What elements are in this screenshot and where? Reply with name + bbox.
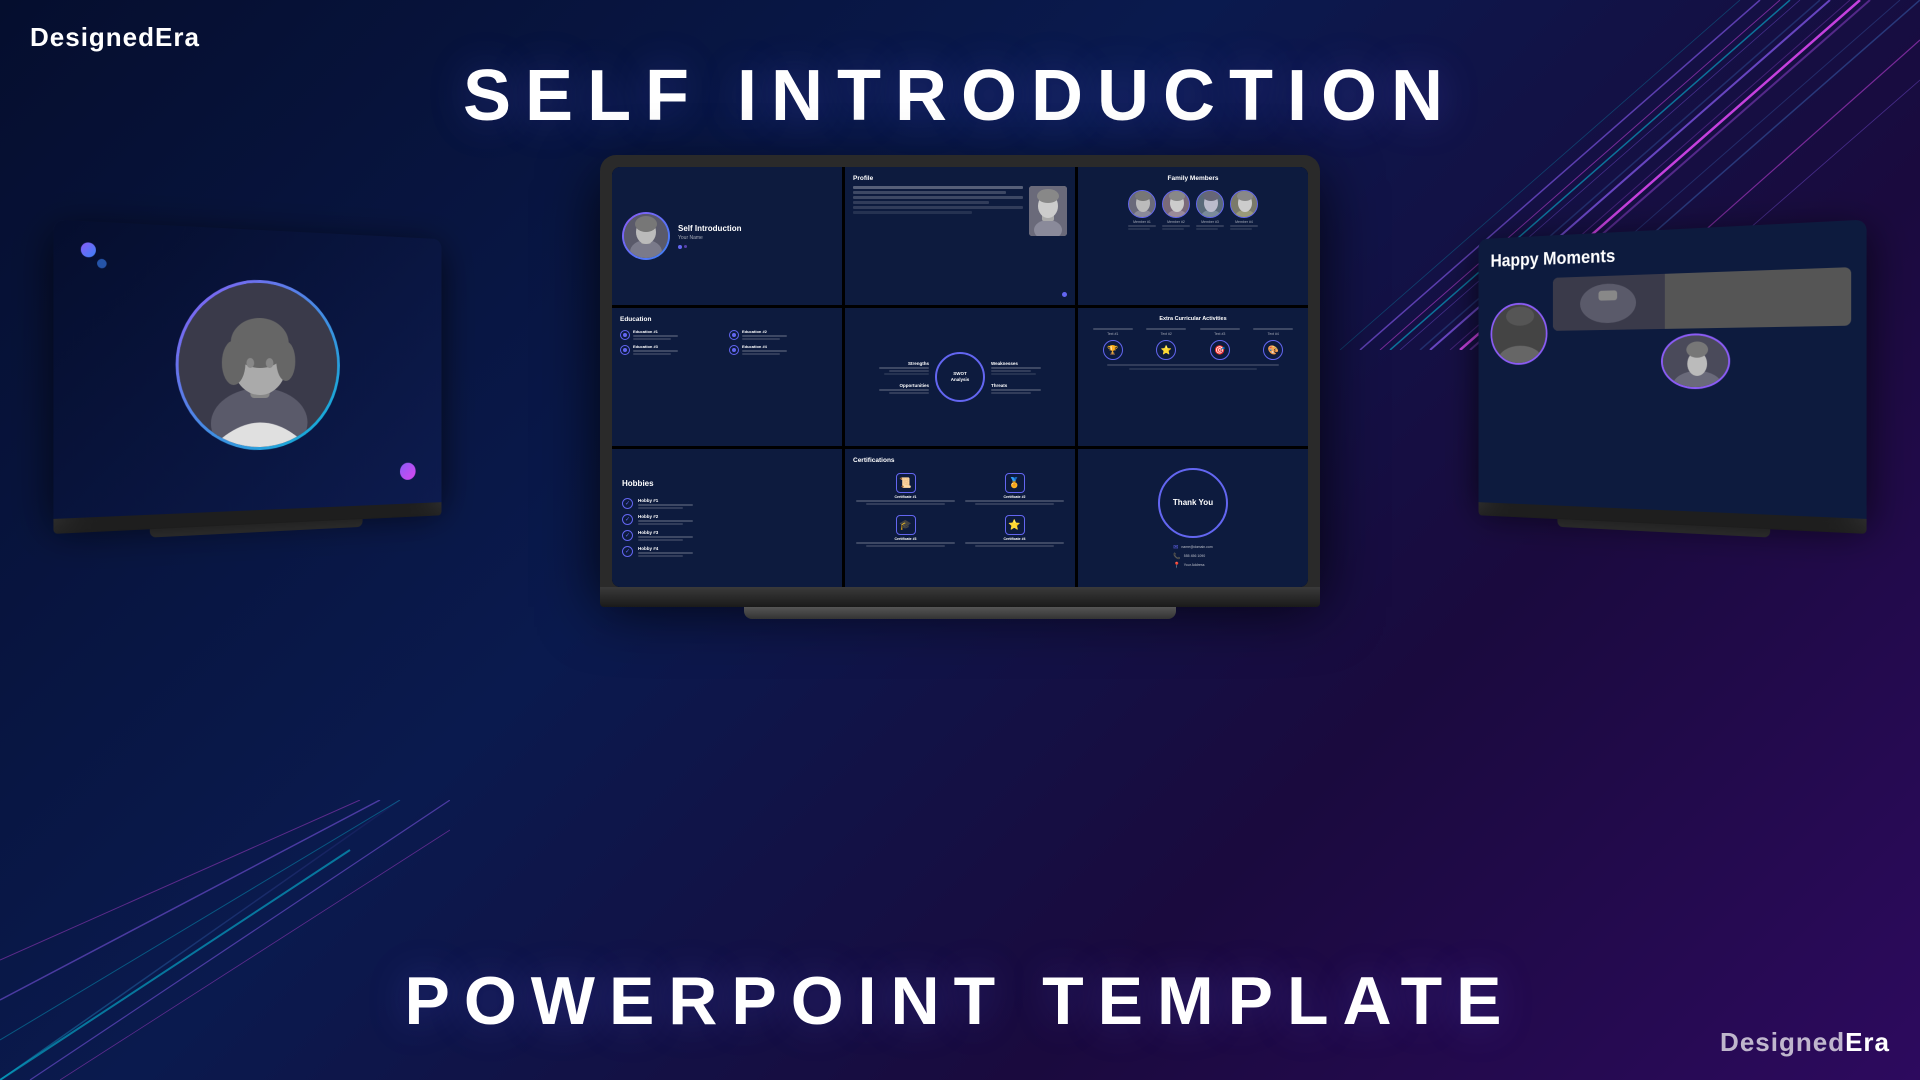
extra-item-3: Text #3 🎯: [1200, 328, 1240, 360]
intro-slide-subtitle: Your Name: [678, 235, 742, 241]
slide-profile: Profile: [845, 167, 1075, 305]
cert-1: 📜 Certificate #1: [853, 470, 958, 508]
brand-name-light-br: Designed: [1720, 1027, 1845, 1057]
family-member-1: Member #1: [1128, 190, 1156, 230]
slide-family: Family Members Member #1: [1078, 167, 1308, 305]
intro-avatar: [622, 212, 670, 260]
right-slide-title: Happy Moments: [1491, 235, 1852, 272]
portrait-silhouette: [179, 280, 338, 448]
contact-phone: 📞 555 456 1090: [1173, 553, 1205, 560]
laptop-main: Self Introduction Your Name Profile: [600, 155, 1320, 619]
slide-education: Education Education #1: [612, 308, 842, 446]
hobby-3: ✓ Hobby #3: [622, 530, 832, 541]
laptop-right: Happy Moments: [1479, 220, 1867, 543]
brand-name-light: Designed: [30, 22, 155, 52]
brand-name-bold-br: Era: [1845, 1027, 1890, 1057]
main-screen-bezel: Self Introduction Your Name Profile: [600, 155, 1320, 587]
cert-slide-title: Certifications: [853, 457, 1067, 464]
left-screen: [53, 220, 441, 519]
edu-item-2: Education #2: [729, 329, 834, 340]
intro-portrait: [624, 214, 668, 258]
laptop-left: [53, 220, 441, 543]
family-member-2: Member #2: [1162, 190, 1190, 230]
right-screen: Happy Moments: [1479, 220, 1867, 519]
slide-certifications: Certifications 📜 Certificate #1 🏅: [845, 449, 1075, 587]
profile-portrait: [1029, 186, 1067, 236]
hobbies-slide-title: Hobbies: [622, 479, 832, 488]
cert-4: ⭐ Certificate #4: [962, 512, 1067, 550]
swot-opportunities: Opportunities: [879, 383, 929, 394]
slide-extra: Extra Curricular Activities Text #1 🏆 Te…: [1078, 308, 1308, 446]
profile-photo: [1029, 186, 1067, 236]
bg-decoration-bl: [0, 800, 450, 1080]
main-screen: Self Introduction Your Name Profile: [612, 167, 1308, 587]
thankyou-text: Thank You: [1173, 498, 1213, 507]
contact-email: ✉ name@domain.com: [1173, 544, 1212, 551]
slide-thankyou: Thank You ✉ name@domain.com 📞 555 456 10…: [1078, 449, 1308, 587]
edu-item-3: Education #3: [620, 344, 725, 355]
main-laptop-base: [600, 587, 1320, 607]
swot-strengths: Strengths: [879, 361, 929, 375]
slide-self-intro: Self Introduction Your Name: [612, 167, 842, 305]
edu-item-1: Education #1: [620, 329, 725, 340]
swot-center-circle: SWOTAnalysis: [935, 352, 985, 402]
moment-photo-2: [1553, 267, 1851, 331]
brand-logo-br: DesignedEra: [1720, 1027, 1890, 1058]
brand-logo-tl: DesignedEra: [30, 22, 200, 53]
profile-slide-title: Profile: [853, 175, 1067, 182]
cert-3: 🎓 Certificate #3: [853, 512, 958, 550]
slide-swot: Strengths Opportunities SWOTAnalysis: [845, 308, 1075, 446]
family-member-4: Member #4: [1230, 190, 1258, 230]
brand-name-bold: Era: [155, 22, 200, 52]
extra-slide-title: Extra Curricular Activities: [1086, 316, 1300, 322]
hobby-2: ✓ Hobby #2: [622, 514, 832, 525]
swot-weaknesses: Weaknesses: [991, 361, 1041, 375]
hobby-1: ✓ Hobby #1: [622, 498, 832, 509]
moment-photo-3: [1660, 332, 1729, 388]
hobby-4: ✓ Hobby #4: [622, 546, 832, 557]
left-portrait-border: [176, 277, 340, 452]
intro-slide-title: Self Introduction: [678, 224, 742, 233]
cert-2: 🏅 Certificate #2: [962, 470, 1067, 508]
family-member-3: Member #3: [1196, 190, 1224, 230]
main-title: SELF INTRODUCTION: [463, 55, 1457, 137]
moment-photo-1: [1491, 302, 1548, 365]
family-slide-title: Family Members: [1086, 175, 1300, 182]
main-laptop-foot: [744, 607, 1176, 619]
bottom-title: POWERPOINT TEMPLATE: [405, 962, 1516, 1040]
thankyou-circle: Thank You: [1158, 468, 1228, 538]
education-slide-title: Education: [620, 316, 834, 323]
contact-address: 📍 Your Address: [1173, 562, 1204, 569]
extra-item-1: Text #1 🏆: [1093, 328, 1133, 360]
swot-threats: Threats: [991, 383, 1041, 394]
extra-item-4: Text #4 🎨: [1253, 328, 1293, 360]
extra-item-2: Text #2 ⭐: [1146, 328, 1186, 360]
edu-item-4: Education #4: [729, 344, 834, 355]
slide-hobbies: Hobbies ✓ Hobby #1: [612, 449, 842, 587]
